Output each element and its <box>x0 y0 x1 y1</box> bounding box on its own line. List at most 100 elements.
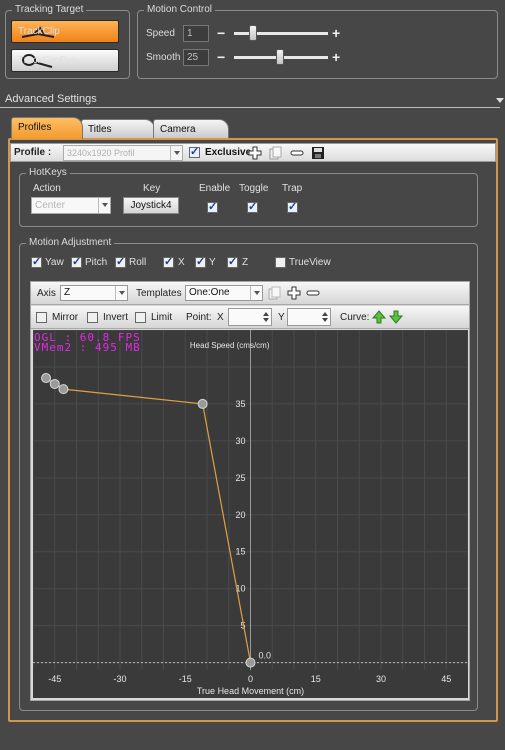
trackclippro-label: TrackClipPro <box>18 55 76 66</box>
speed-value[interactable]: 1 <box>183 25 209 42</box>
pitch-checkbox[interactable] <box>71 255 82 268</box>
copy-profile-icon[interactable] <box>269 146 283 160</box>
enable-label: Enable <box>199 183 231 194</box>
save-profile-icon[interactable] <box>311 146 325 160</box>
axis-select-value: Z <box>64 287 71 298</box>
smooth-plus-button[interactable]: + <box>332 50 340 64</box>
speed-label: Speed <box>146 28 175 39</box>
motion-control-title: Motion Control <box>144 4 216 16</box>
smooth-minus-button[interactable]: − <box>217 50 225 64</box>
curve-control-point[interactable] <box>197 398 208 409</box>
motion-control-group: Motion Control <box>137 4 498 79</box>
x-tick-label: 0 <box>248 674 253 684</box>
chevron-down-icon <box>250 286 262 300</box>
trap-checkbox[interactable] <box>287 200 298 213</box>
tab-camera[interactable]: Camera <box>153 119 229 139</box>
chevron-down-icon <box>170 146 182 160</box>
y-tick-label: 35 <box>235 399 245 409</box>
speed-slider-thumb[interactable] <box>248 25 257 41</box>
yaw-checkbox[interactable] <box>31 255 42 268</box>
curve-chart[interactable]: 0.05101520253035-45 -30 -15 0 15 30 45True Hea… <box>32 329 469 698</box>
curve-control-point[interactable] <box>58 384 69 395</box>
action-select-value: Center <box>35 200 66 211</box>
invert-checkbox[interactable] <box>87 312 98 323</box>
collapse-arrow-icon[interactable] <box>496 98 504 103</box>
axis-select[interactable]: Z <box>60 285 128 301</box>
tab-titles[interactable]: Titles <box>81 119 155 139</box>
smooth-value[interactable]: 25 <box>183 49 209 66</box>
point-y-spinner[interactable] <box>287 308 331 326</box>
trap-label: Trap <box>282 183 303 194</box>
enable-checkbox[interactable] <box>207 200 218 213</box>
curve-down-arrow-icon[interactable] <box>389 310 403 324</box>
point-label: Point: <box>186 312 212 323</box>
trackclip-button[interactable]: TrackClip <box>11 20 119 43</box>
yaw-label: Yaw <box>45 257 64 268</box>
limit-checkbox[interactable] <box>135 312 146 323</box>
z-checkbox[interactable] <box>227 255 238 268</box>
remove-profile-icon[interactable] <box>290 146 304 160</box>
smooth-slider-thumb[interactable] <box>276 49 285 65</box>
x-tick-label: -30 <box>113 674 126 684</box>
smooth-label: Smooth <box>146 52 181 63</box>
hotkeys-title: HotKeys <box>26 167 70 179</box>
point-x-spinner[interactable] <box>228 308 272 326</box>
y-tick-label: 30 <box>235 436 245 446</box>
motion-adjustment-title: Motion Adjustment <box>26 237 115 249</box>
add-point-icon[interactable] <box>287 286 301 300</box>
trackclip-label: TrackClip <box>18 26 60 37</box>
mirror-label: Mirror <box>52 312 79 323</box>
curve-toolbar-bottom: Mirror Invert Limit Point: X Y Curve: <box>31 306 469 329</box>
pitch-label: Pitch <box>85 257 108 268</box>
profile-select-value: 3240x1920 Profil <box>67 148 135 158</box>
z-label: Z <box>242 257 249 268</box>
trueview-label: TrueView <box>289 257 331 268</box>
chevron-down-icon <box>115 286 127 300</box>
axis-label: Axis <box>37 288 56 299</box>
point-x-label: X <box>217 312 224 323</box>
key-button[interactable]: Joystick4 <box>123 197 179 214</box>
chevron-down-icon <box>98 198 110 213</box>
toggle-checkbox[interactable] <box>247 200 258 213</box>
add-profile-icon[interactable] <box>248 146 262 160</box>
profile-select[interactable]: 3240x1920 Profil <box>63 145 183 161</box>
curve-control-point[interactable] <box>49 378 60 389</box>
tab-camera-label: Camera <box>160 124 196 135</box>
y-checkbox[interactable] <box>195 255 206 268</box>
x-tick-label: -15 <box>179 674 192 684</box>
curve-control-point[interactable] <box>245 657 256 668</box>
curve-plot-area[interactable]: 0.0 5 10 15 20 25 30 35 -45 -30 -15 0 15 30 45 True Hea… <box>32 329 469 698</box>
tab-titles-label: Titles <box>88 124 112 135</box>
trackclippro-button[interactable]: TrackClipPro <box>11 49 119 72</box>
advanced-divider <box>0 107 500 108</box>
speed-plus-button[interactable]: + <box>332 26 340 40</box>
x-checkbox[interactable] <box>163 255 174 268</box>
remove-point-icon[interactable] <box>306 286 320 300</box>
tracking-target-title: Tracking Target <box>12 4 87 16</box>
profile-label: Profile : <box>14 147 52 158</box>
x-label: X <box>178 257 185 268</box>
curve-control-point[interactable] <box>41 373 52 384</box>
roll-checkbox[interactable] <box>115 255 126 268</box>
x-axis-label: True Head Movement (cm) <box>197 686 304 696</box>
y-tick-label: 20 <box>235 510 245 520</box>
action-select[interactable]: Center <box>31 197 111 214</box>
curve-up-arrow-icon[interactable] <box>372 310 386 324</box>
copy-template-icon[interactable] <box>268 286 282 300</box>
limit-label: Limit <box>151 312 173 323</box>
zero-value-label: 0.0 <box>259 651 272 661</box>
x-tick-label: 45 <box>441 674 451 684</box>
trueview-checkbox[interactable] <box>275 257 286 268</box>
y-tick-label: 25 <box>235 473 245 483</box>
tab-profiles[interactable]: Profiles <box>11 117 83 139</box>
speed-minus-button[interactable]: − <box>217 26 225 40</box>
advanced-settings-title: Advanced Settings <box>5 93 97 105</box>
x-tick-label: 15 <box>311 674 321 684</box>
point-y-label: Y <box>278 312 285 323</box>
templates-select[interactable]: One:One <box>185 285 263 301</box>
toggle-label: Toggle <box>239 183 269 194</box>
templates-select-value: One:One <box>189 287 230 298</box>
curve-label: Curve: <box>340 312 370 323</box>
mirror-checkbox[interactable] <box>36 312 47 323</box>
exclusive-checkbox[interactable] <box>189 145 200 158</box>
